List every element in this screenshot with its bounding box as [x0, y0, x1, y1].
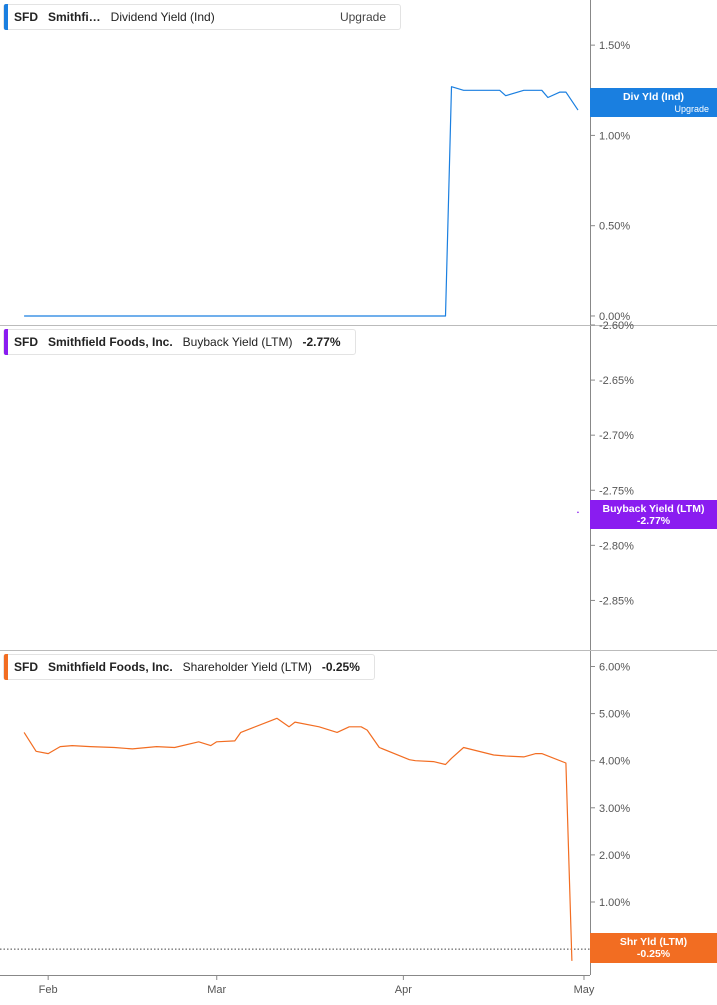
- legend-dividend[interactable]: SFD Smithfi… Dividend Yield (Ind) Upgrad…: [3, 4, 401, 30]
- badge-label: Div Yld (Ind): [622, 91, 685, 103]
- y-tick-label: 6.00%: [599, 661, 630, 673]
- legend-color-bar: [4, 654, 8, 680]
- badge-value: -0.25%: [636, 948, 671, 960]
- legend-color-bar: [4, 329, 8, 355]
- legend-metric: Buyback Yield (LTM): [182, 335, 293, 349]
- y-tick-label: 1.00%: [599, 897, 630, 909]
- series-point: [577, 511, 579, 514]
- legend-metric: Shareholder Yield (LTM): [182, 660, 312, 674]
- badge-shareholder: Shr Yld (LTM) -0.25%: [590, 933, 717, 963]
- x-tick-label: Apr: [395, 984, 412, 996]
- legend-ticker: SFD: [14, 335, 38, 349]
- series-line-dividend: [24, 86, 579, 317]
- x-tick-label: Mar: [207, 984, 226, 996]
- badge-buyback: Buyback Yield (LTM) -2.77%: [590, 500, 717, 529]
- y-tick-label: -2.75%: [599, 485, 634, 497]
- badge-upgrade[interactable]: Upgrade: [590, 103, 717, 115]
- legend-metric: Dividend Yield (Ind): [110, 10, 215, 24]
- y-tick-label: 3.00%: [599, 803, 630, 815]
- y-tick-label: -2.80%: [599, 540, 634, 552]
- y-tick-label: 4.00%: [599, 756, 630, 768]
- legend-value: -0.25%: [321, 660, 360, 674]
- legend-company: Smithfi…: [48, 10, 101, 24]
- upgrade-link[interactable]: Upgrade: [340, 10, 386, 24]
- badge-dividend: Div Yld (Ind) Upgrade: [590, 88, 717, 117]
- y-tick-label: 1.00%: [599, 130, 630, 142]
- y-tick-label: 2.00%: [599, 850, 630, 862]
- legend-company: Smithfield Foods, Inc.: [48, 660, 173, 674]
- badge-label: Buyback Yield (LTM): [602, 503, 705, 515]
- legend-color-bar: [4, 4, 8, 30]
- y-tick-label: -2.65%: [599, 375, 634, 387]
- legend-company: Smithfield Foods, Inc.: [48, 335, 173, 349]
- y-tick-label: 5.00%: [599, 709, 630, 721]
- x-tick-label: May: [574, 984, 595, 996]
- legend-ticker: SFD: [14, 10, 38, 24]
- y-tick-label: -2.85%: [599, 595, 634, 607]
- badge-value: -2.77%: [636, 515, 671, 527]
- legend-value: -2.77%: [302, 335, 341, 349]
- series-line-shareholder: [23, 717, 573, 961]
- badge-label: Shr Yld (LTM): [619, 936, 688, 948]
- x-tick-label: Feb: [39, 984, 58, 996]
- y-tick-label: -2.60%: [599, 320, 634, 332]
- y-tick-label: -2.70%: [599, 430, 634, 442]
- legend-ticker: SFD: [14, 660, 38, 674]
- y-tick-label: 1.50%: [599, 40, 630, 52]
- y-tick-label: 0.50%: [599, 221, 630, 233]
- legend-shareholder[interactable]: SFD Smithfield Foods, Inc. Shareholder Y…: [3, 654, 375, 680]
- legend-buyback[interactable]: SFD Smithfield Foods, Inc. Buyback Yield…: [3, 329, 356, 355]
